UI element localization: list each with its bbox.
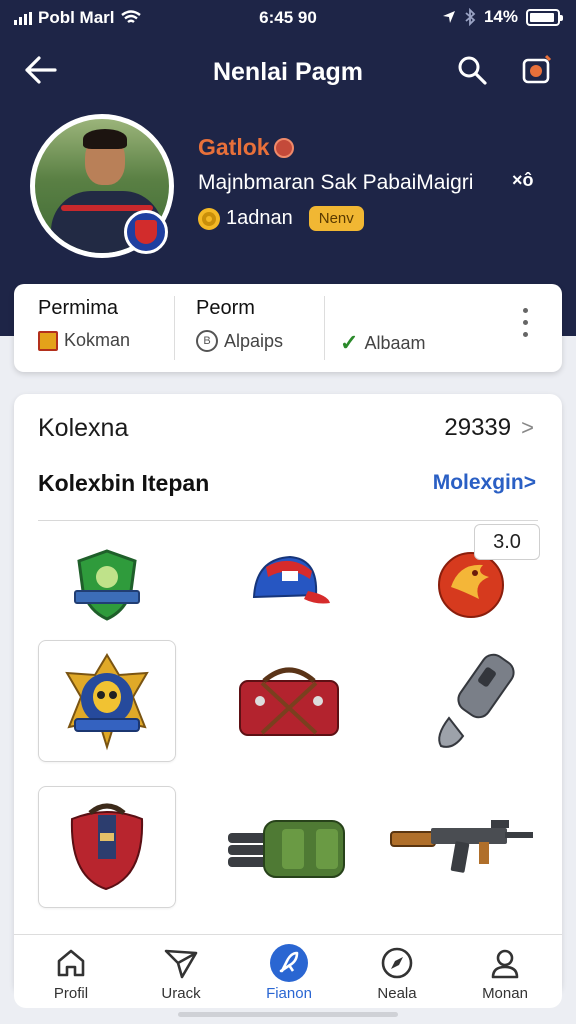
stat-value: Alpaips	[224, 330, 284, 351]
baseball-cap-icon	[252, 555, 330, 604]
collection-count-row[interactable]: 29339 >	[444, 414, 534, 442]
profile-subtitle: Majnbmaran Sak PabaiMaigri	[198, 171, 474, 194]
divider	[174, 296, 175, 360]
gear-icon	[198, 207, 220, 230]
collection-item-assault-rifle[interactable]	[382, 786, 542, 908]
check-icon: ✓	[340, 330, 359, 355]
controller-icon	[438, 653, 515, 748]
team-badge-icon	[124, 210, 168, 254]
collection-count: 29339	[444, 414, 512, 441]
nav-item-urack[interactable]: Urack	[126, 935, 236, 1009]
stat-value: Albaam	[364, 332, 426, 353]
collection-item-red-backpack[interactable]	[38, 786, 176, 908]
chevron-right-icon: >	[521, 415, 534, 440]
collection-subtitle: Kolexbin Itepan	[38, 470, 210, 496]
location-icon	[442, 11, 455, 23]
verified-icon	[273, 137, 294, 158]
stat-title: Permima	[38, 297, 119, 319]
collection-item-red-duffel-bag[interactable]	[220, 640, 358, 762]
compass-icon	[381, 947, 413, 979]
battery-percent: 14%	[483, 7, 518, 26]
divider	[324, 296, 325, 360]
gatling-gun-icon	[228, 820, 345, 878]
backpack-icon	[70, 803, 144, 891]
collection-item-baseball-cap[interactable]	[220, 524, 358, 646]
dismiss-mark[interactable]: ×ô	[512, 170, 534, 191]
coin-icon	[38, 330, 58, 351]
nav-label: Neala	[377, 985, 417, 1002]
collection-item-shield-emblem[interactable]	[38, 524, 176, 646]
nav-item-profil[interactable]: Profil	[16, 935, 126, 1009]
stat-albaam[interactable]: ✓ Albaam	[340, 284, 460, 372]
home-icon	[57, 949, 85, 977]
status-bar: Pobl Marl 6:45 90 14%	[0, 0, 576, 36]
search-button[interactable]	[452, 50, 492, 90]
collection-item-green-gatling-gun[interactable]	[220, 786, 358, 908]
stat-title: Peorm	[196, 297, 255, 319]
profile-name: Gatlok	[198, 134, 294, 161]
more-options-icon[interactable]	[523, 308, 528, 337]
nav-item-neala[interactable]: Neala	[342, 935, 452, 1009]
search-icon	[458, 56, 487, 85]
duffel-bag-icon	[239, 667, 339, 736]
quantity-badge: 3.0	[474, 524, 540, 560]
nav-item-monan[interactable]: Monan	[450, 935, 560, 1009]
person-icon	[491, 949, 519, 979]
chevron-right-icon: >	[523, 471, 536, 494]
skull-crest-icon	[65, 653, 149, 751]
level-label: 1adnan	[226, 207, 293, 229]
send-icon	[164, 949, 198, 979]
assault-rifle-icon	[390, 820, 533, 873]
collection-item-grey-controller[interactable]	[402, 640, 540, 762]
stats-card: Permima Kokman Peorm B Alpaips ✓ Albaam	[14, 284, 562, 372]
collection-link[interactable]: Molexgin>	[433, 471, 536, 495]
settings-badge-icon	[522, 54, 552, 84]
navigation-bar: Nenlai Pagm	[0, 48, 576, 96]
stat-permima[interactable]: Permima Kokman	[38, 284, 188, 372]
divider	[38, 520, 538, 521]
status-badge[interactable]: Nenv	[308, 206, 364, 231]
shield-emblem-icon	[74, 549, 140, 621]
nav-label: Urack	[161, 985, 201, 1002]
stat-value: Kokman	[64, 330, 131, 350]
nav-label: Fianon	[266, 985, 312, 1002]
collection-card: Kolexna 29339 > Kolexbin Itepan Molexgin…	[14, 394, 562, 994]
rocket-icon	[270, 944, 308, 982]
battery-icon	[526, 8, 563, 26]
bluetooth-icon	[465, 8, 476, 26]
home-indicator[interactable]	[178, 1012, 398, 1017]
profile-level: 1adnan Nenv	[198, 206, 364, 231]
stat-peorm[interactable]: Peorm B Alpaips	[196, 284, 326, 372]
header-action-button[interactable]	[516, 50, 556, 90]
nav-label: Profil	[53, 985, 89, 1002]
bottom-navigation: Profil Urack Fianon Neala Monan	[14, 934, 562, 1008]
collection-item-skull-crest-badge[interactable]	[38, 640, 176, 762]
nav-label: Monan	[482, 985, 528, 1002]
nav-item-fianon[interactable]: Fianon	[234, 935, 344, 1009]
collection-title: Kolexna	[38, 414, 129, 442]
circle-b-icon: B	[196, 330, 218, 352]
